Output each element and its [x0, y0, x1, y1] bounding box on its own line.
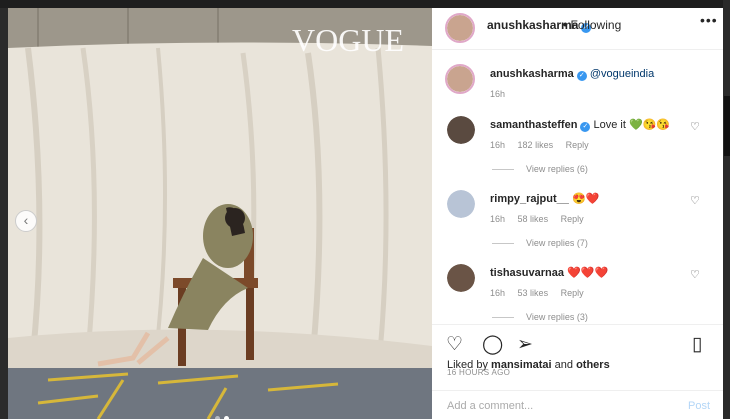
post-timestamp: 16 HOURS AGO [447, 368, 511, 377]
follow-status[interactable]: • Following [563, 18, 621, 32]
comment-meta: 16h 182 likes Reply [490, 140, 599, 150]
page-backdrop-right [723, 0, 730, 419]
comment-item: rimpy_rajput__ 😍❤️ [490, 192, 599, 205]
view-replies-button[interactable]: View replies (6) [492, 164, 588, 174]
comment-likes[interactable]: 58 likes [518, 214, 549, 224]
view-replies-button[interactable]: View replies (7) [492, 238, 588, 248]
comment-time: 16h [490, 140, 506, 150]
comment-time: 16h [490, 288, 506, 298]
comment-avatar[interactable] [447, 264, 475, 292]
add-comment-input[interactable]: Add a comment... [447, 400, 533, 412]
comment-avatar[interactable] [447, 116, 475, 144]
more-options-icon[interactable]: ••• [700, 12, 718, 28]
separator: • [563, 18, 568, 32]
caption-username[interactable]: anushkasharma [490, 68, 574, 80]
comment-username[interactable]: tishasuvarnaa [490, 267, 564, 279]
comment-username[interactable]: samanthasteffen [490, 119, 577, 131]
comment-item: tishasuvarnaa ❤️❤️❤️ [490, 266, 608, 279]
chevron-left-icon: ‹ [23, 212, 29, 228]
share-icon[interactable]: ➢ [517, 333, 533, 356]
verified-icon: ✓ [580, 122, 591, 132]
bookmark-icon[interactable]: ▯ [692, 333, 702, 356]
reply-button[interactable]: Reply [566, 140, 589, 150]
follow-status-label: Following [570, 18, 622, 32]
view-replies-button[interactable]: View replies (3) [492, 312, 588, 322]
comment-likes[interactable]: 182 likes [518, 140, 554, 150]
comment-text: Love it 💚😘😘 [593, 119, 671, 131]
caption: anushkasharma ✓ @vogueindia [490, 68, 654, 81]
comment-avatar[interactable] [447, 190, 475, 218]
post-photo-art [8, 8, 432, 419]
comment-likes[interactable]: 53 likes [518, 288, 549, 298]
like-comment-heart-icon[interactable]: ♡ [690, 268, 700, 281]
comment-meta: 16h 58 likes Reply [490, 214, 594, 224]
like-comment-heart-icon[interactable]: ♡ [690, 120, 700, 133]
like-comment-heart-icon[interactable]: ♡ [690, 194, 700, 207]
reply-button[interactable]: Reply [561, 214, 584, 224]
comments-list: anushkasharma ✓ @vogueindia 16h samanthas… [432, 50, 723, 323]
post-header: anushkasharma ✓ • Following ••• [432, 8, 723, 50]
comment-item: samanthasteffen ✓ Love it 💚😘😘 [490, 118, 670, 132]
liked-by-others[interactable]: others [576, 359, 610, 371]
comment-username[interactable]: rimpy_rajput__ [490, 193, 569, 205]
comment-text: ❤️❤️❤️ [567, 267, 609, 279]
comment-time: 16h [490, 214, 506, 224]
verified-icon: ✓ [576, 71, 587, 81]
add-comment-bar: Add a comment... Post [432, 390, 723, 419]
caption-time: 16h [490, 89, 506, 99]
caption-mention[interactable]: @vogueindia [590, 68, 654, 80]
post-side-panel: anushkasharma ✓ • Following ••• anushkash… [432, 8, 723, 419]
comment-meta: 16h 53 likes Reply [490, 288, 594, 298]
post-image[interactable]: VOGUE ‹ [8, 8, 432, 419]
heart-icon[interactable]: ♡ [446, 333, 463, 356]
liked-by-and: and [554, 359, 573, 371]
comment-text: 😍❤️ [571, 193, 600, 205]
comment-icon[interactable]: ◯ [482, 333, 503, 356]
caption-avatar[interactable] [445, 64, 475, 94]
avatar[interactable] [445, 13, 475, 43]
browser-backdrop [0, 0, 730, 8]
carousel-prev-button[interactable]: ‹ [15, 210, 37, 232]
reply-button[interactable]: Reply [561, 288, 584, 298]
magazine-logo: VOGUE [292, 22, 404, 58]
post-comment-button[interactable]: Post [688, 400, 710, 412]
